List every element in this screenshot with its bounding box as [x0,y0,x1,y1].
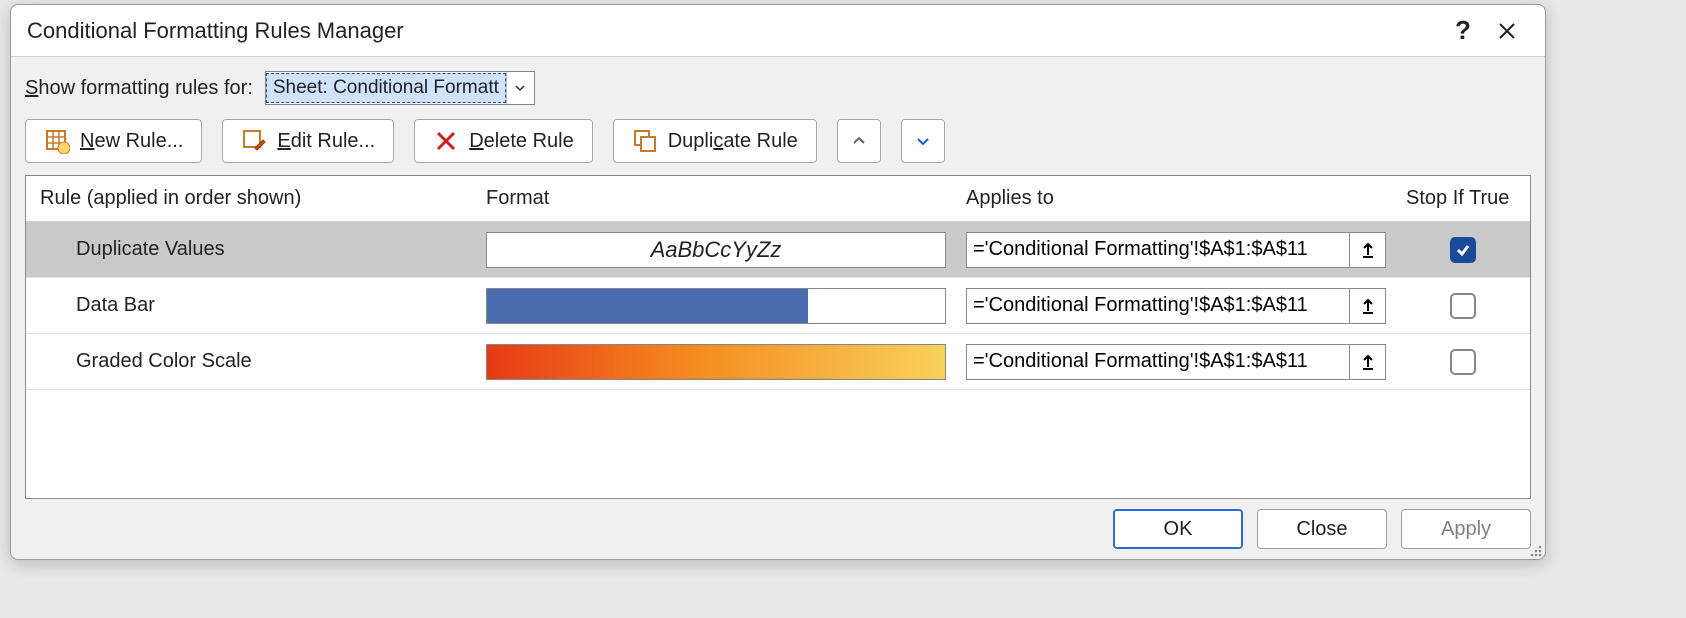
databar-fill [487,289,808,323]
header-format: Format [476,187,956,210]
applies-input-wrap [966,288,1386,324]
applies-input-wrap [966,232,1386,268]
scope-label-text: how formatting rules for: [38,77,253,99]
move-up-button[interactable] [837,119,881,163]
stop-cell [1396,237,1530,263]
chevron-down-icon [514,82,526,94]
applies-to-input[interactable] [967,233,1349,267]
header-rule: Rule (applied in order shown) [26,187,476,210]
rule-name: Graded Color Scale [26,350,476,373]
rules-grid-header: Rule (applied in order shown) Format App… [26,176,1530,222]
ok-button[interactable]: OK [1113,509,1243,549]
scope-label: Show formatting rules for: [25,77,253,100]
close-icon [1497,21,1517,41]
scope-combobox[interactable]: Sheet: Conditional Formatt [265,71,535,105]
new-rule-label: New Rule... [80,130,183,153]
new-rule-icon [44,128,70,154]
duplicate-rule-button[interactable]: Duplicate Rule [613,119,817,163]
scope-label-accel: S [25,77,38,99]
range-picker-button[interactable] [1349,233,1385,267]
scope-row: Show formatting rules for: Sheet: Condit… [25,71,1531,105]
format-cell [476,344,956,380]
rule-row[interactable]: Data Bar [26,278,1530,334]
check-icon [1455,242,1471,258]
scope-combobox-arrow[interactable] [506,72,534,104]
titlebar: Conditional Formatting Rules Manager ? [11,5,1545,57]
chevron-down-icon [915,133,931,149]
edit-rule-icon [241,128,267,154]
delete-rule-icon [433,128,459,154]
delete-rule-button[interactable]: Delete Rule [414,119,593,163]
format-preview-text: AaBbCcYyZz [486,232,946,268]
move-down-button[interactable] [901,119,945,163]
stop-if-true-checkbox[interactable] [1450,237,1476,263]
help-icon: ? [1455,15,1471,46]
applies-input-wrap [966,344,1386,380]
duplicate-rule-icon [632,128,658,154]
scope-combobox-text: Sheet: Conditional Formatt [266,73,506,103]
edit-rule-label: Edit Rule... [277,130,375,153]
format-cell [476,288,956,324]
format-cell: AaBbCcYyZz [476,232,956,268]
header-stop: Stop If True [1396,187,1530,210]
upper-panel: Show formatting rules for: Sheet: Condit… [11,57,1545,175]
rules-grid: Rule (applied in order shown) Format App… [25,175,1531,499]
resize-grip-icon [1527,542,1543,558]
rule-row[interactable]: Graded Color Scale [26,334,1530,390]
rule-row[interactable]: Duplicate Values AaBbCcYyZz [26,222,1530,278]
edit-rule-button[interactable]: Edit Rule... [222,119,394,163]
format-preview-gradient [486,344,946,380]
range-picker-icon [1359,353,1377,371]
stop-if-true-checkbox[interactable] [1450,349,1476,375]
rule-name: Duplicate Values [26,238,476,261]
new-rule-button[interactable]: New Rule... [25,119,202,163]
delete-rule-label: Delete Rule [469,130,574,153]
applies-cell [956,344,1396,380]
help-button[interactable]: ? [1441,9,1485,53]
range-picker-icon [1359,241,1377,259]
range-picker-icon [1359,297,1377,315]
duplicate-rule-label: Duplicate Rule [668,130,798,153]
resize-grip[interactable] [1527,541,1543,557]
chevron-up-icon [851,133,867,149]
applies-to-input[interactable] [967,345,1349,379]
dialog-footer: OK Close Apply [11,499,1545,559]
rules-toolbar: New Rule... Edit Rule... Delete Rule Dup… [25,119,1531,163]
range-picker-button[interactable] [1349,289,1385,323]
format-preview-databar [486,288,946,324]
rule-name: Data Bar [26,294,476,317]
applies-cell [956,232,1396,268]
close-button[interactable]: Close [1257,509,1387,549]
close-window-button[interactable] [1485,9,1529,53]
stop-cell [1396,349,1530,375]
dialog-title: Conditional Formatting Rules Manager [27,18,1441,44]
applies-to-input[interactable] [967,289,1349,323]
header-applies: Applies to [956,187,1396,210]
range-picker-button[interactable] [1349,345,1385,379]
applies-cell [956,288,1396,324]
apply-button[interactable]: Apply [1401,509,1531,549]
rules-manager-dialog: Conditional Formatting Rules Manager ? S… [10,4,1546,560]
stop-if-true-checkbox[interactable] [1450,293,1476,319]
stop-cell [1396,293,1530,319]
